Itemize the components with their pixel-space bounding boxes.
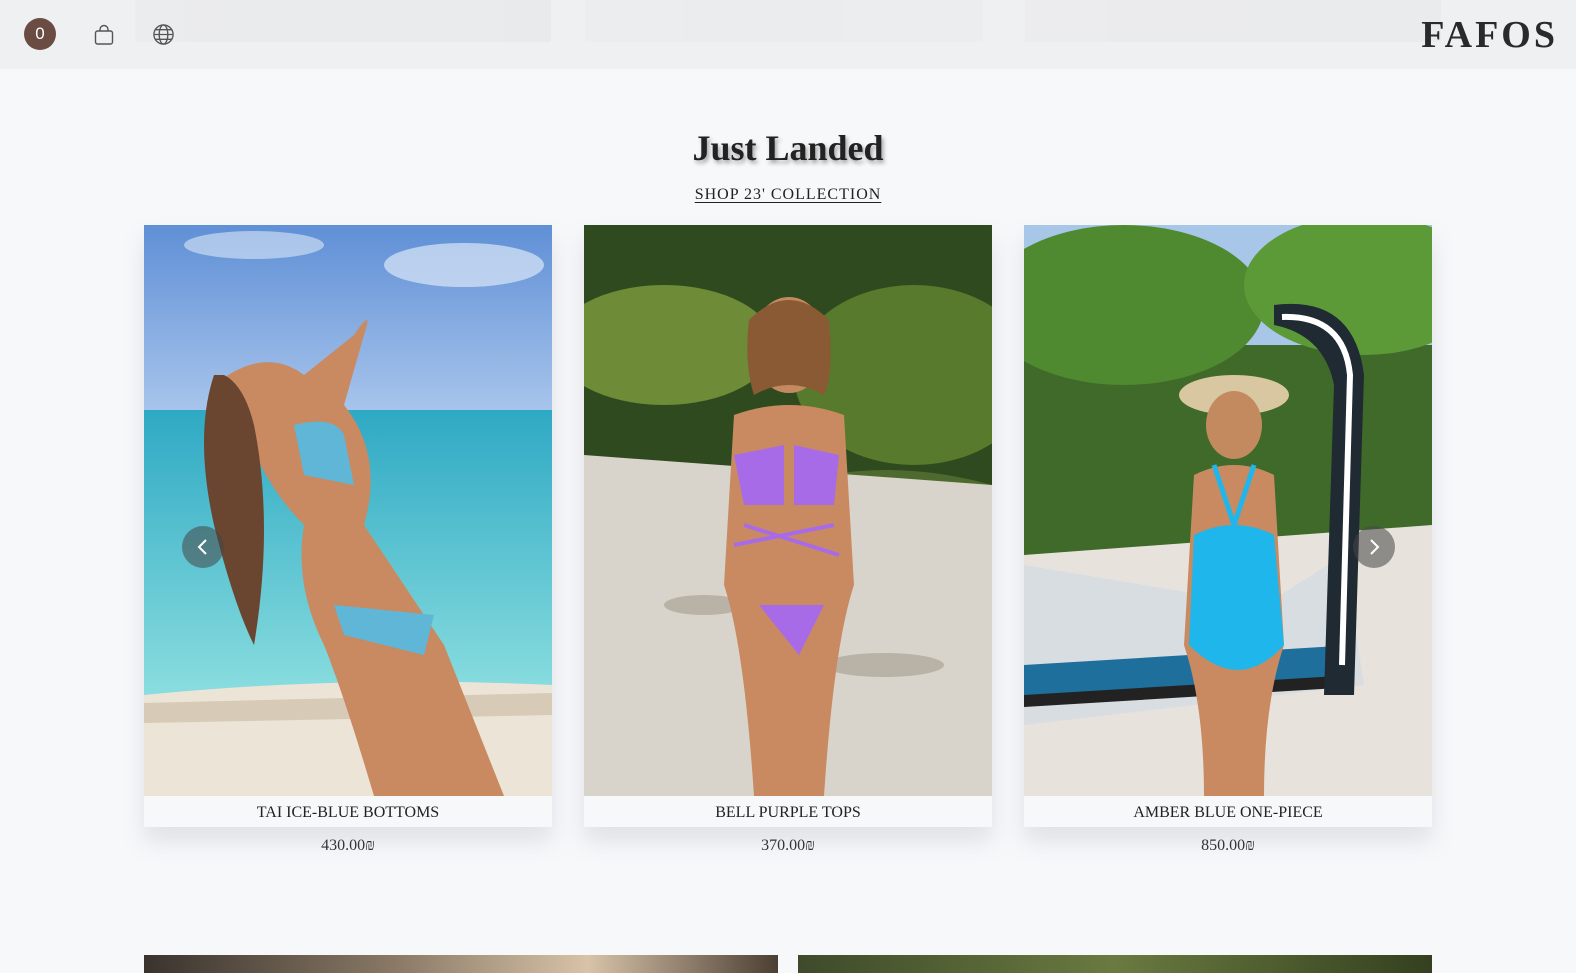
product-price: 430.00₪: [321, 837, 375, 854]
product-price: 850.00₪: [1201, 837, 1255, 854]
shop-collection-link[interactable]: SHOP 23' COLLECTION: [695, 186, 882, 203]
product-card[interactable]: BELL PURPLE TOPS 370.00₪: [584, 225, 992, 854]
section-title: Just Landed: [692, 128, 884, 168]
product-image[interactable]: [144, 225, 552, 796]
site-header: 0 FAFOS: [0, 0, 1576, 69]
product-name[interactable]: AMBER BLUE ONE-PIECE: [1024, 804, 1432, 822]
chevron-right-icon: [1370, 539, 1380, 555]
cart-count-badge[interactable]: 0: [24, 18, 56, 50]
chevron-left-icon: [197, 539, 207, 555]
carousel-next-button[interactable]: [1353, 526, 1395, 568]
shop-collection-link-wrap: SHOP 23' COLLECTION: [0, 186, 1576, 204]
next-section-image[interactable]: [144, 955, 778, 973]
site-logo[interactable]: FAFOS: [1421, 13, 1558, 57]
product-image[interactable]: [1024, 225, 1432, 796]
product-name[interactable]: BELL PURPLE TOPS: [584, 804, 992, 822]
product-image[interactable]: [584, 225, 992, 796]
carousel-prev-button[interactable]: [182, 526, 224, 568]
next-section-image[interactable]: [798, 955, 1432, 973]
product-name[interactable]: TAI ICE-BLUE BOTTOMS: [144, 804, 552, 822]
globe-icon[interactable]: [152, 23, 175, 46]
shopping-bag-icon[interactable]: [93, 24, 115, 46]
product-price: 370.00₪: [761, 837, 815, 854]
